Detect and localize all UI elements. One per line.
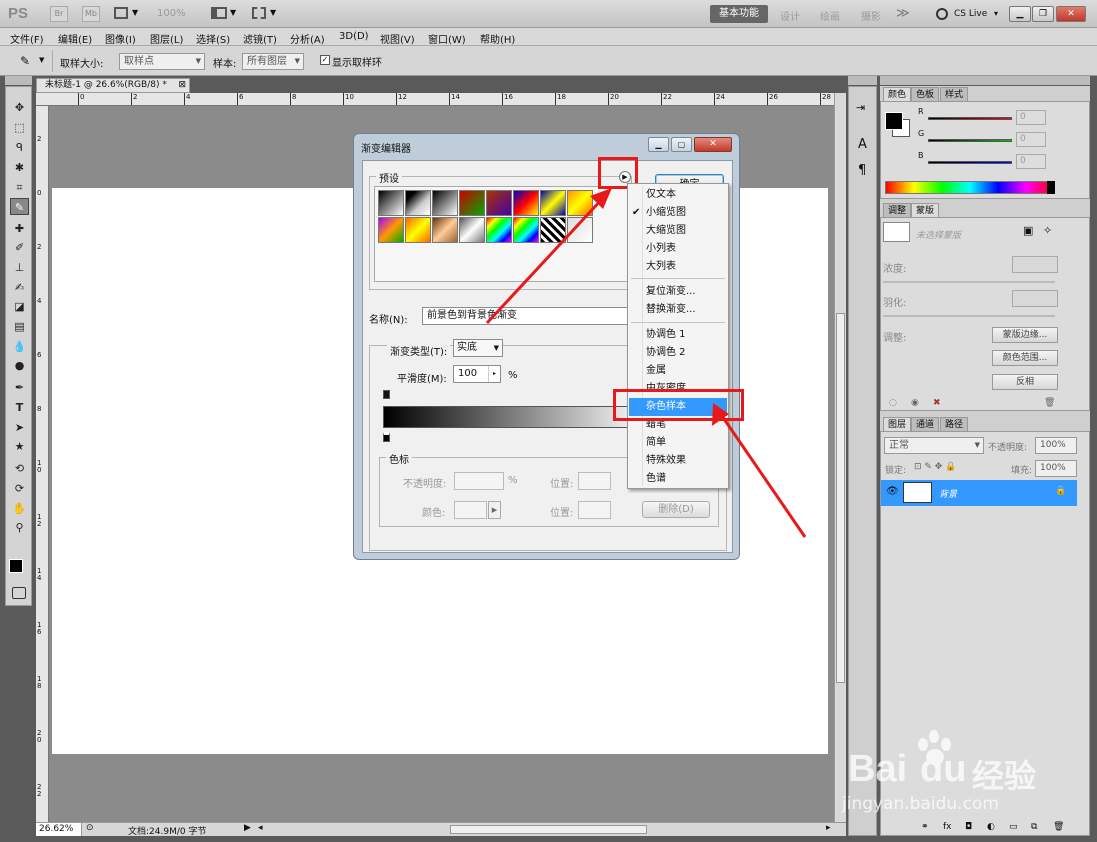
annotation-arrows	[485, 188, 807, 538]
watermark-url: jingyan.baidu.com	[842, 794, 999, 814]
annotation-arrow-1	[485, 196, 605, 325]
baidu-watermark: Bai du 经验 jingyan.baidu.com	[842, 718, 1062, 818]
watermark-cn: 经验	[972, 757, 1037, 795]
watermark-brand-2: du	[920, 748, 967, 790]
watermark-brand: Bai	[848, 748, 908, 790]
annotation-arrowhead-1	[590, 188, 612, 209]
annotation-arrow-2	[720, 415, 807, 538]
fg-color-swatch[interactable]	[885, 112, 903, 130]
